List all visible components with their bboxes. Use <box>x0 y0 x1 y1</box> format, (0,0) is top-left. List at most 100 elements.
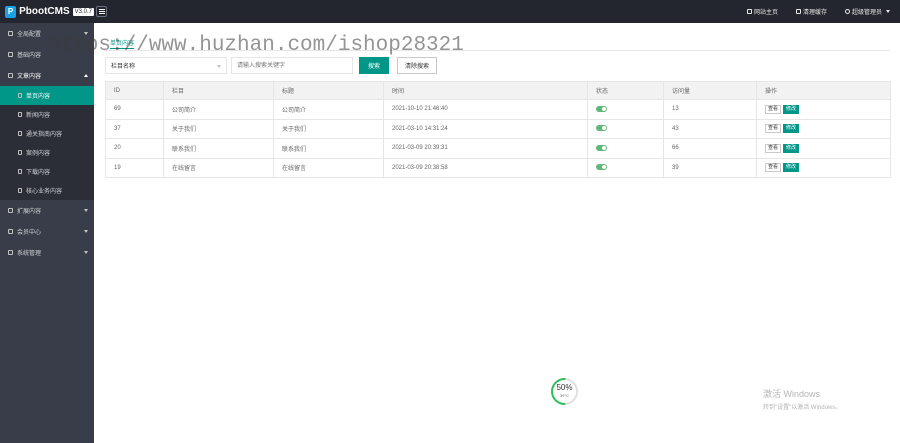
chevron-down-icon <box>886 10 890 13</box>
sidebar-subitem-downloads[interactable]: 下载内容 <box>0 162 94 181</box>
search-input[interactable] <box>231 57 353 74</box>
sidebar-item-system-management[interactable]: 系统管理 <box>0 242 94 263</box>
status-toggle[interactable] <box>596 144 607 151</box>
cell-title: 联系我们 <box>273 138 384 159</box>
sidebar-item-extended-content[interactable]: 扩展内容 <box>0 200 94 221</box>
file-icon <box>18 131 22 136</box>
col-header-id: ID <box>105 81 164 100</box>
sidebar-subitem-core-business[interactable]: 核心业务内容 <box>0 181 94 200</box>
app-name: PbootCMS <box>19 6 70 17</box>
chevron-down-icon <box>84 230 88 233</box>
file-icon <box>18 112 22 117</box>
user-name: 超级管理员 <box>851 10 882 16</box>
file-icon <box>18 188 22 193</box>
cell-column: 关于我们 <box>163 118 274 139</box>
col-header-time: 时间 <box>383 81 588 100</box>
cell-time: 2021-03-09 20:39:31 <box>383 138 588 159</box>
view-button[interactable]: 查看 <box>765 163 782 173</box>
sidebar-subitem-label: 案例内容 <box>26 151 51 157</box>
top-bar: P PbootCMS V3.0.7 网站主页 清理缓存 超级管理员 <box>0 0 900 23</box>
edit-button[interactable]: 修改 <box>783 104 800 114</box>
sidebar-subitem-customs-guide[interactable]: 通关指南内容 <box>0 124 94 143</box>
sidebar-subitem-single-page[interactable]: 单页内容 <box>0 86 94 105</box>
document-icon <box>8 73 13 78</box>
progress-indicator: 50% 39°C <box>550 377 579 406</box>
app-version-badge: V3.0.7 <box>72 7 94 16</box>
table-row: 37 关于我们 关于我们 2021-03-10 14:31:24 43 查看 修改 <box>105 118 891 139</box>
cell-views: 66 <box>663 138 757 159</box>
sliders-icon <box>8 52 13 57</box>
home-icon <box>746 9 752 14</box>
sidebar-item-label: 系统管理 <box>17 251 42 257</box>
search-button[interactable]: 搜索 <box>359 57 390 74</box>
file-icon <box>18 93 22 98</box>
clear-search-button[interactable]: 清除搜索 <box>397 57 438 74</box>
cell-actions: 查看 修改 <box>756 157 891 178</box>
table-row: 20 联系我们 联系我们 2021-03-09 20:39:31 66 查看 修改 <box>105 138 891 159</box>
user-menu[interactable]: 超级管理员 <box>844 7 890 16</box>
progress-sub-label: 39°C <box>560 393 569 398</box>
sidebar-submenu: 单页内容 新闻内容 通关指南内容 案例内容 下载内容 核心业务内容 <box>0 86 94 200</box>
chevron-up-icon <box>84 74 88 77</box>
sidebar-item-article-content[interactable]: 文章内容 <box>0 65 94 86</box>
col-header-column: 栏目 <box>163 81 274 100</box>
trash-icon <box>795 9 801 14</box>
col-header-actions: 操作 <box>756 81 891 100</box>
edit-button[interactable]: 修改 <box>783 163 800 173</box>
col-header-status: 状态 <box>587 81 664 100</box>
clear-cache-link[interactable]: 清理缓存 <box>795 7 827 16</box>
cell-id: 69 <box>105 99 164 120</box>
view-button[interactable]: 查看 <box>765 104 782 114</box>
cell-column: 公司简介 <box>163 99 274 120</box>
edit-button[interactable]: 修改 <box>783 143 800 153</box>
view-button[interactable]: 查看 <box>765 124 782 134</box>
view-button[interactable]: 查看 <box>765 143 782 153</box>
status-toggle[interactable] <box>596 105 607 112</box>
sidebar-subitem-news[interactable]: 新闻内容 <box>0 105 94 124</box>
column-select-value: 栏目名称 <box>111 64 136 70</box>
site-home-link[interactable]: 网站主页 <box>746 7 778 16</box>
progress-value: 50% <box>556 383 573 392</box>
brand[interactable]: P PbootCMS V3.0.7 <box>0 0 94 23</box>
sidebar-subitem-label: 新闻内容 <box>26 113 51 119</box>
cell-status <box>587 99 664 120</box>
table-header-row: ID 栏目 标题 时间 状态 访问量 操作 <box>105 81 891 100</box>
cell-status <box>587 118 664 139</box>
user-icon <box>844 9 850 14</box>
cell-column: 联系我们 <box>163 138 274 159</box>
activation-title: 激活 Windows <box>763 389 821 399</box>
status-toggle[interactable] <box>596 125 607 132</box>
status-toggle[interactable] <box>596 164 607 171</box>
file-icon <box>18 150 22 155</box>
edit-button[interactable]: 修改 <box>783 124 800 134</box>
sidebar-item-label: 扩展内容 <box>17 209 42 215</box>
app-logo-icon: P <box>5 5 17 18</box>
sidebar-item-member-center[interactable]: 会员中心 <box>0 221 94 242</box>
col-header-views: 访问量 <box>663 81 757 100</box>
lock-icon <box>8 229 13 234</box>
cell-id: 37 <box>105 118 164 139</box>
site-home-label: 网站主页 <box>753 10 778 16</box>
content-table: ID 栏目 标题 时间 状态 访问量 操作 69 公司简介 公司简介 2021-… <box>105 81 891 178</box>
menu-toggle-button[interactable] <box>96 6 107 17</box>
cell-views: 39 <box>663 157 757 178</box>
col-header-title: 标题 <box>273 81 384 100</box>
cell-time: 2021-10-10 21:46:40 <box>383 99 588 120</box>
table-row: 69 公司简介 公司简介 2021-10-10 21:46:40 13 查看 修改 <box>105 99 891 120</box>
cell-actions: 查看 修改 <box>756 118 891 139</box>
activation-subtitle: 转到"设置"以激活 Windows。 <box>763 405 842 411</box>
cell-time: 2021-03-10 14:31:24 <box>383 118 588 139</box>
sidebar-item-label: 会员中心 <box>17 230 42 236</box>
cell-actions: 查看 修改 <box>756 138 891 159</box>
table-row: 19 在线留言 在线留言 2021-03-09 20:38:58 39 查看 修改 <box>105 157 891 178</box>
sidebar-subitem-label: 通关指南内容 <box>26 132 63 138</box>
cell-title: 关于我们 <box>273 118 384 139</box>
sidebar-item-label: 文章内容 <box>17 74 42 80</box>
sidebar-subitem-label: 单页内容 <box>26 94 51 100</box>
sidebar-subitem-cases[interactable]: 案例内容 <box>0 143 94 162</box>
windows-activation-notice: 激活 Windows 转到"设置"以激活 Windows。 <box>763 387 841 411</box>
gear-icon <box>8 250 13 255</box>
column-select[interactable]: 栏目名称 <box>105 57 227 74</box>
cell-column: 在线留言 <box>163 157 274 178</box>
chevron-down-icon <box>84 251 88 254</box>
